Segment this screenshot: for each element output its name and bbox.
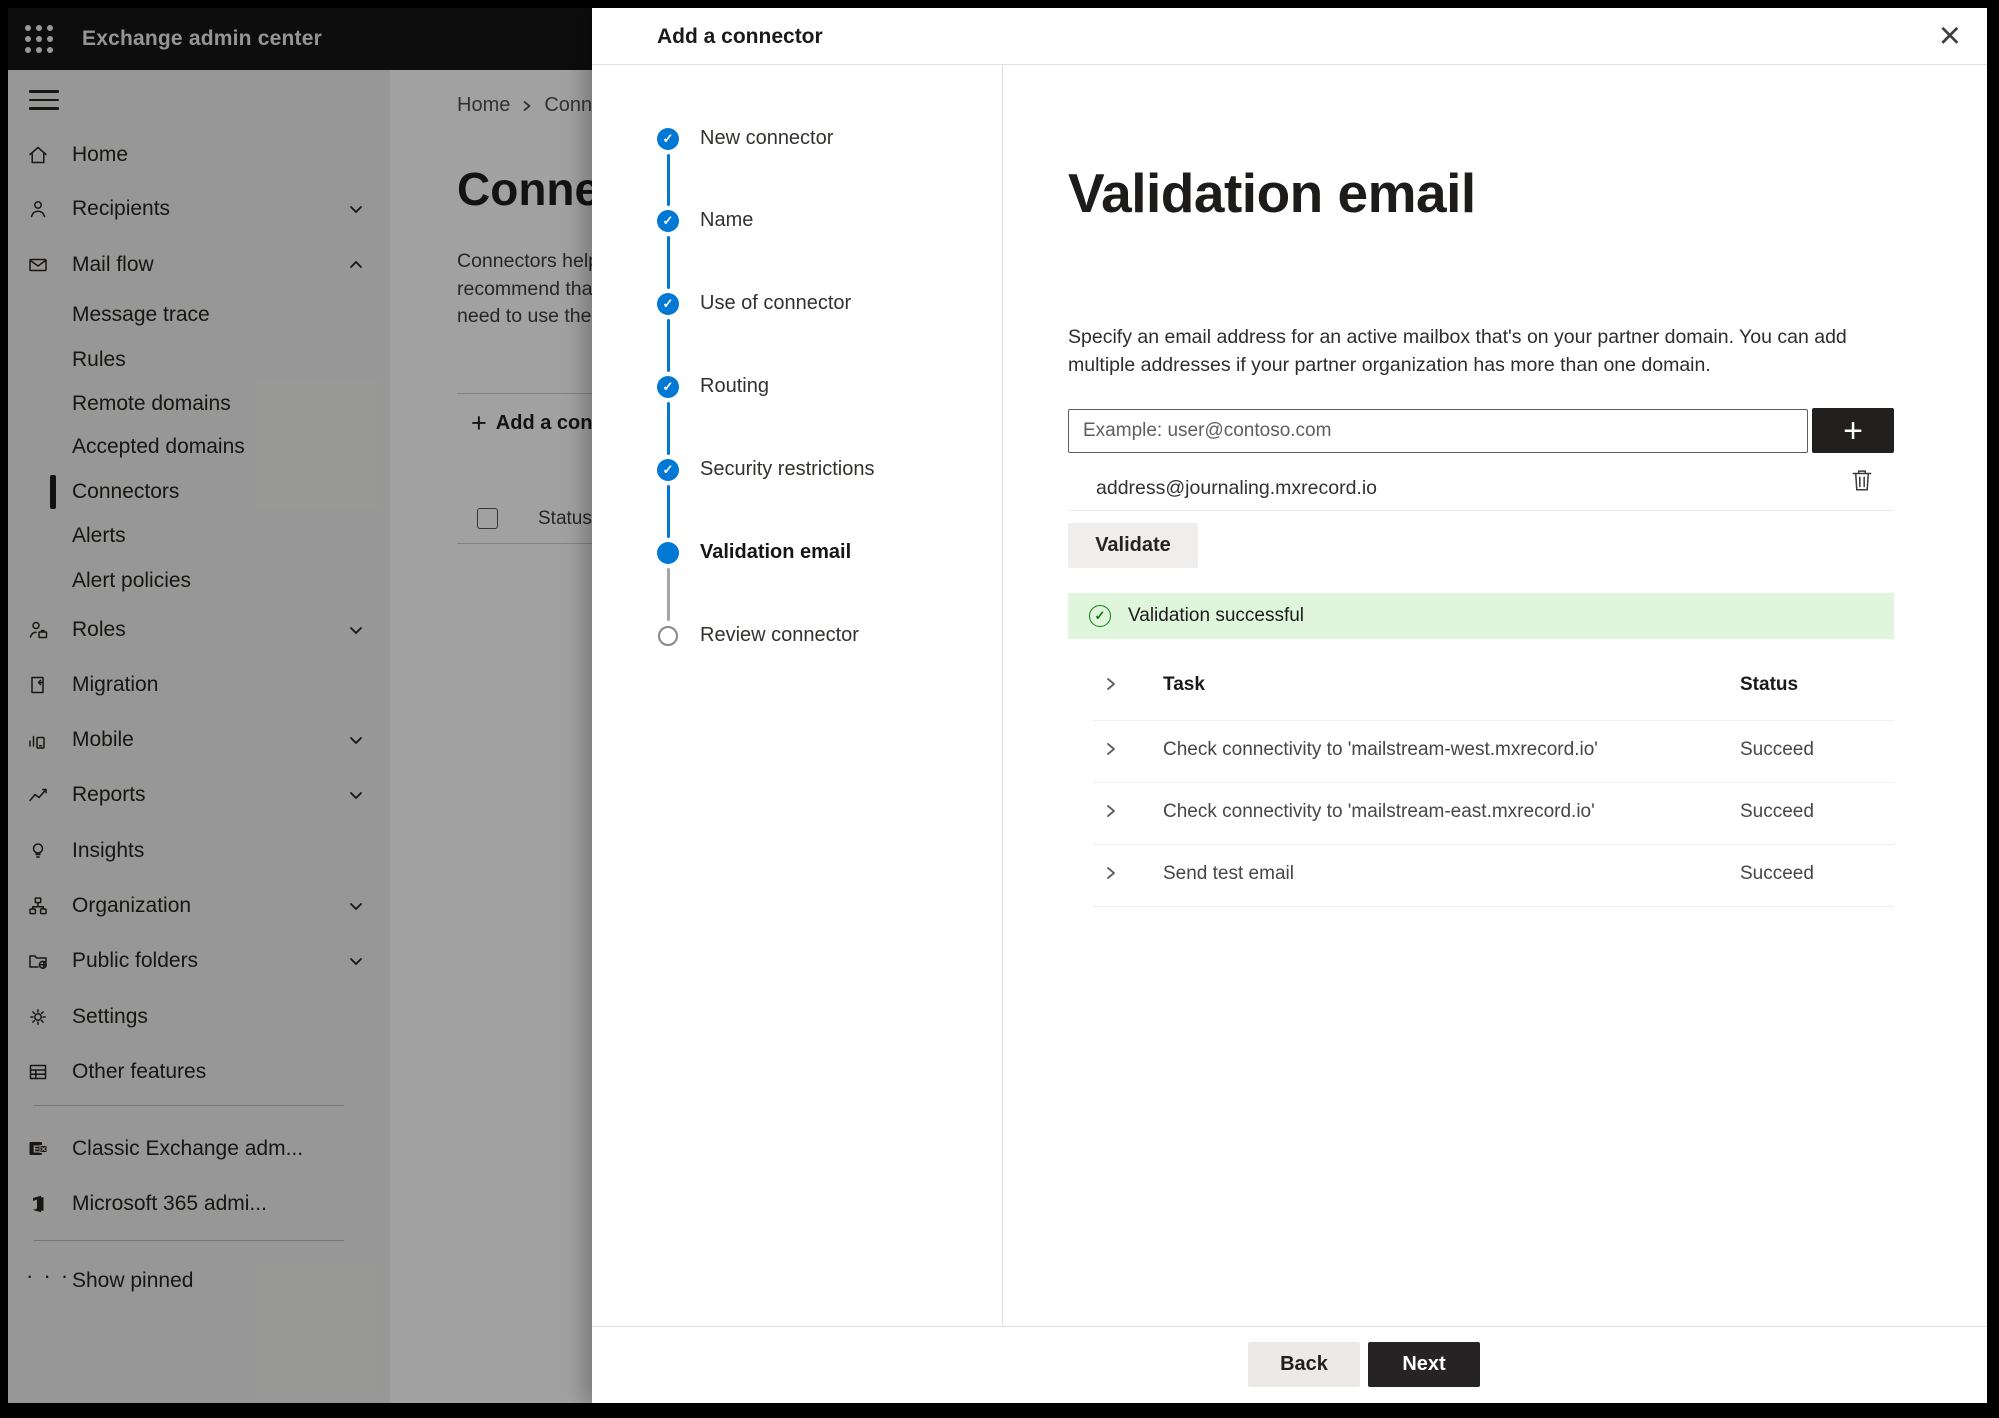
step-connector-line bbox=[666, 485, 670, 538]
table-divider bbox=[1093, 720, 1894, 721]
step-connector-line bbox=[666, 154, 670, 206]
step-security-restrictions[interactable]: Security restrictions bbox=[700, 458, 875, 481]
back-button[interactable]: Back bbox=[1248, 1342, 1360, 1387]
added-address-text: address@journaling.mxrecord.io bbox=[1096, 477, 1378, 499]
table-divider bbox=[1093, 782, 1894, 783]
row-expand-chevron-icon[interactable] bbox=[1104, 803, 1118, 819]
step-use-of-connector-check-icon[interactable]: ✓ bbox=[657, 293, 679, 315]
wizard-steps-nav: ✓ New connector ✓ Name ✓ Use of connecto… bbox=[592, 65, 1003, 1326]
step-review-connector-circle-icon[interactable] bbox=[658, 626, 678, 646]
step-validation-email-dot-icon[interactable] bbox=[657, 542, 679, 564]
step-page-title: Validation email bbox=[1068, 162, 1476, 224]
row-expand-chevron-icon[interactable] bbox=[1104, 741, 1118, 757]
step-new-connector[interactable]: New connector bbox=[700, 127, 833, 150]
step-connector-line bbox=[666, 402, 670, 455]
expand-all-chevron-icon[interactable] bbox=[1104, 676, 1118, 692]
step-new-connector-check-icon[interactable]: ✓ bbox=[657, 128, 679, 150]
step-validation-email[interactable]: Validation email bbox=[700, 541, 851, 564]
banner-text: Validation successful bbox=[1128, 605, 1305, 626]
step-name[interactable]: Name bbox=[700, 209, 753, 232]
column-header-task: Task bbox=[1163, 674, 1205, 695]
wizard-step-content: Validation email Specify an email addres… bbox=[1003, 65, 1987, 1326]
app-window: Exchange admin center Home Recipients Ma… bbox=[8, 8, 1987, 1403]
flyout-footer: Back Next bbox=[592, 1326, 1987, 1403]
validation-success-banner: ✓ Validation successful bbox=[1068, 593, 1894, 639]
next-button[interactable]: Next bbox=[1368, 1342, 1480, 1387]
status-cell: Succeed bbox=[1740, 863, 1814, 884]
email-address-input[interactable] bbox=[1068, 409, 1808, 453]
task-cell: Send test email bbox=[1163, 863, 1294, 884]
task-cell: Check connectivity to 'mailstream-west.m… bbox=[1163, 739, 1598, 760]
step-name-check-icon[interactable]: ✓ bbox=[657, 210, 679, 232]
step-security-restrictions-check-icon[interactable]: ✓ bbox=[657, 459, 679, 481]
step-connector-line bbox=[666, 236, 670, 289]
step-review-connector[interactable]: Review connector bbox=[700, 624, 859, 647]
row-expand-chevron-icon[interactable] bbox=[1104, 865, 1118, 881]
flyout-title: Add a connector bbox=[657, 25, 823, 48]
step-connector-line bbox=[666, 568, 670, 621]
task-cell: Check connectivity to 'mailstream-east.m… bbox=[1163, 801, 1595, 822]
validate-button[interactable]: Validate bbox=[1068, 523, 1198, 568]
delete-address-button[interactable] bbox=[1849, 467, 1875, 495]
status-cell: Succeed bbox=[1740, 739, 1814, 760]
close-icon[interactable]: × bbox=[1939, 12, 1961, 60]
column-header-status: Status bbox=[1740, 674, 1799, 695]
success-check-icon: ✓ bbox=[1089, 605, 1111, 627]
step-use-of-connector[interactable]: Use of connector bbox=[700, 292, 851, 315]
step-page-description: Specify an email address for an active m… bbox=[1068, 326, 1847, 376]
flyout-header: Add a connector × bbox=[592, 8, 1987, 65]
table-divider bbox=[1093, 844, 1894, 845]
table-divider bbox=[1093, 906, 1894, 907]
plus-icon: + bbox=[1843, 411, 1863, 450]
status-cell: Succeed bbox=[1740, 801, 1814, 822]
step-routing[interactable]: Routing bbox=[700, 375, 769, 398]
trash-icon bbox=[1852, 470, 1872, 491]
add-address-button[interactable]: + bbox=[1812, 408, 1894, 453]
step-routing-check-icon[interactable]: ✓ bbox=[657, 376, 679, 398]
step-connector-line bbox=[666, 319, 670, 372]
modal-dim-overlay bbox=[8, 8, 592, 1403]
address-row-divider bbox=[1068, 510, 1894, 511]
add-connector-flyout: Add a connector × ✓ New connector ✓ Name… bbox=[592, 8, 1987, 1403]
